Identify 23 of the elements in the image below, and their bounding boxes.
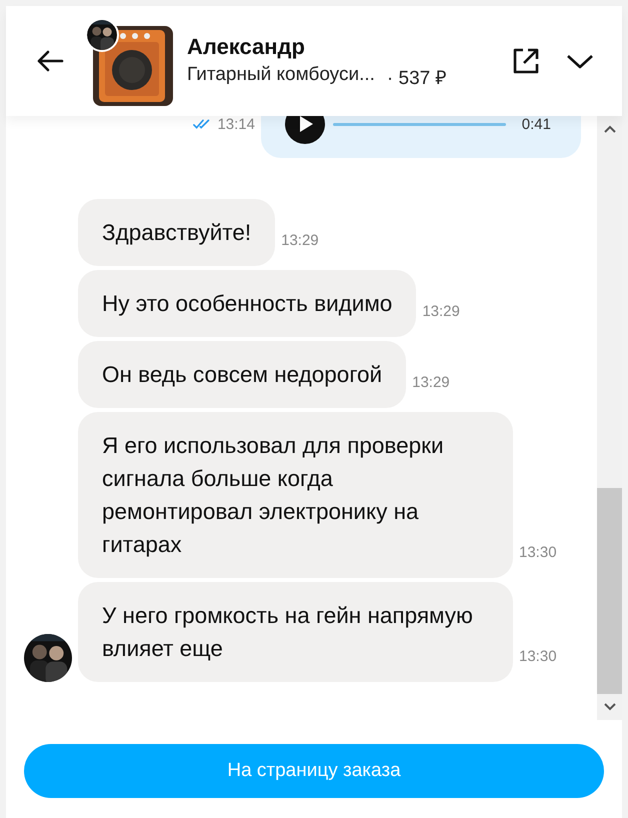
message-bubble: Он ведь совсем недорогой [78,341,406,408]
back-arrow-icon[interactable] [36,49,64,73]
audio-duration: 0:41 [522,116,551,132]
message-time: 13:30 [519,544,557,561]
message-bubble: Я его использовал для проверки сигнала больше когда ремонтировал электронику на гитарах [78,412,513,578]
message-bubble: У него громкость на гейн напрямую влияет еще [78,582,513,682]
scrollbar[interactable] [597,116,622,720]
scrollbar-thumb[interactable] [597,488,622,694]
product-title: Гитарный комбоуси... [187,64,375,86]
message-time: 13:14 [217,116,255,132]
message-time: 13:29 [412,374,450,391]
external-link-icon[interactable] [511,46,541,76]
message-time: 13:29 [422,303,460,320]
message-bubble: Ну это особенность видимо [78,270,416,337]
contact-name: Александр [187,32,306,60]
scroll-down-icon[interactable] [604,703,616,711]
product-price: · 537 ₽ [386,66,447,90]
message-time: 13:29 [281,232,319,249]
scroll-up-icon[interactable] [604,125,616,133]
message-time: 13:30 [519,648,557,665]
order-page-button[interactable]: На страницу заказа [24,744,604,798]
play-icon[interactable] [285,116,325,144]
message-bubble: Здравствуйте! [78,199,276,266]
